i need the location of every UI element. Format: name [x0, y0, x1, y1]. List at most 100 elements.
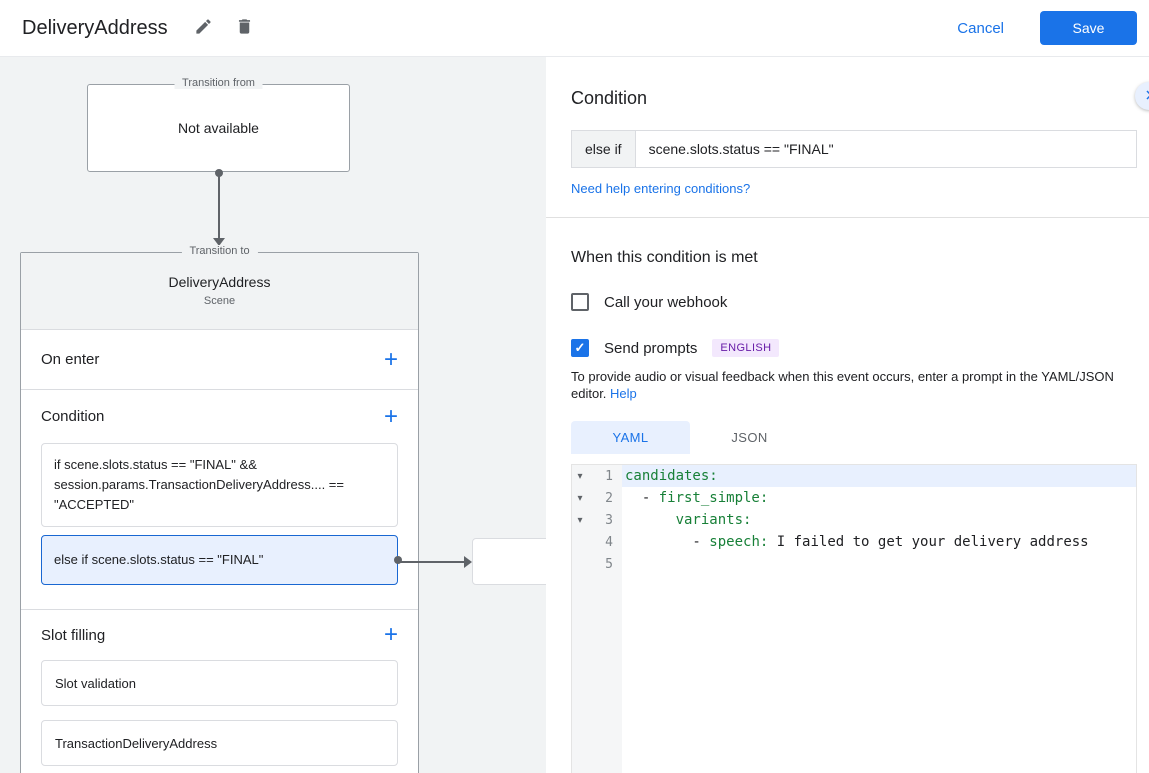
code-line: 4 - speech: I failed to get your deliver… — [572, 531, 1136, 553]
condition-box-selected[interactable]: else if scene.slots.status == "FINAL" — [41, 535, 402, 585]
code-line: 5 — [572, 553, 1136, 575]
transition-from-box[interactable]: Transition from Not available — [87, 77, 350, 172]
chevron-right-icon — [1140, 86, 1149, 107]
collapse-panel-button[interactable] — [1135, 82, 1149, 110]
check-icon: ✓ — [574, 340, 586, 355]
add-slot-button[interactable]: + — [384, 623, 398, 647]
code-token-key: candidates: — [625, 468, 718, 484]
condition-editor-panel: Condition else if Need help entering con… — [546, 57, 1149, 773]
code-token-key: variants: — [675, 512, 752, 528]
page-title: DeliveryAddress — [22, 16, 168, 39]
on-enter-label: On enter — [41, 351, 100, 368]
condition-prefix: else if — [571, 130, 636, 168]
slot-box[interactable]: Slot validation — [41, 660, 398, 706]
slot-box-list: Slot validation TransactionDeliveryAddres… — [21, 660, 418, 766]
webhook-checkbox[interactable] — [571, 293, 589, 311]
code-content[interactable] — [622, 575, 1136, 773]
slot-box[interactable]: TransactionDeliveryAddress — [41, 720, 398, 766]
code-token-val: I failed to get your delivery address — [768, 534, 1089, 550]
when-met-title: When this condition is met — [571, 249, 758, 266]
panel-divider — [546, 217, 1149, 218]
condition-connector-line — [400, 561, 466, 563]
on-enter-row: On enter + — [21, 330, 418, 389]
code-content[interactable] — [622, 553, 1136, 575]
webhook-label: Call your webhook — [604, 293, 728, 311]
fold-toggle-icon[interactable]: ▾ — [572, 471, 588, 482]
code-line: ▾ 1 candidates: — [572, 465, 1136, 487]
condition-expression-row: else if — [571, 130, 1137, 168]
transition-to-label: Transition to — [181, 245, 258, 257]
scene-type: Scene — [203, 295, 236, 307]
prompts-description: To provide audio or visual feedback when… — [571, 368, 1137, 402]
webhook-option-row: Call your webhook — [571, 293, 1137, 311]
editor-filler[interactable] — [572, 575, 1136, 773]
actions-group: Cancel Save — [957, 11, 1137, 45]
condition-box[interactable]: if scene.slots.status == "FINAL" && sess… — [41, 443, 398, 527]
line-number: 3 — [605, 512, 613, 528]
line-number: 1 — [605, 468, 613, 484]
transition-from-content: Not available — [178, 120, 259, 136]
prompts-option-row: ✓ Send prompts ENGLISH — [571, 339, 1137, 357]
add-condition-button[interactable]: + — [384, 404, 398, 428]
scene-card-header[interactable]: DeliveryAddress Scene — [21, 253, 418, 330]
code-content[interactable]: variants: — [622, 509, 1136, 531]
code-line: ▾ 2 - first_simple: — [572, 487, 1136, 509]
help-link[interactable]: Help — [610, 386, 637, 401]
condition-box-list: if scene.slots.status == "FINAL" && sess… — [21, 443, 418, 585]
condition-target-box[interactable] — [472, 538, 546, 585]
save-button[interactable]: Save — [1040, 11, 1137, 45]
gutter: ▾ 3 — [572, 509, 622, 531]
gutter: ▾ 2 — [572, 487, 622, 509]
line-number: 2 — [605, 490, 613, 506]
flow-connector-line — [218, 172, 220, 238]
code-token-plain: - — [625, 490, 659, 506]
add-on-enter-button[interactable]: + — [384, 347, 398, 371]
scene-card: Transition to DeliveryAddress Scene On e… — [20, 245, 419, 773]
panel-title: Condition — [571, 88, 648, 108]
tab-bar: YAML JSON — [571, 421, 1137, 454]
transition-from-label: Transition from — [174, 77, 263, 89]
prompts-checkbox[interactable]: ✓ — [571, 339, 589, 357]
fold-toggle-icon[interactable]: ▾ — [572, 515, 588, 526]
code-token-key: first_simple: — [658, 490, 769, 506]
slot-filling-row: Slot filling + — [21, 610, 418, 660]
slot-filling-label: Slot filling — [41, 626, 106, 644]
scene-diagram-canvas: Transition from Not available Transition… — [0, 57, 546, 773]
condition-arrow-right-icon — [464, 556, 472, 568]
pencil-icon — [194, 17, 213, 39]
code-line: ▾ 3 variants: — [572, 509, 1136, 531]
line-number: 5 — [605, 556, 613, 572]
language-badge: ENGLISH — [712, 339, 780, 357]
gutter — [572, 575, 622, 773]
condition-help-link[interactable]: Need help entering conditions? — [571, 181, 1137, 196]
cancel-button[interactable]: Cancel — [957, 20, 1004, 37]
prompts-label: Send prompts — [604, 339, 698, 357]
condition-section-label: Condition — [41, 408, 105, 425]
gutter: ▾ 1 — [572, 465, 622, 487]
gutter: 5 — [572, 553, 622, 575]
tab-yaml[interactable]: YAML — [571, 421, 690, 454]
code-content[interactable]: - speech: I failed to get your delivery … — [622, 531, 1136, 553]
condition-box-text: if scene.slots.status == "FINAL" && sess… — [54, 457, 344, 512]
condition-box-text: else if scene.slots.status == "FINAL" — [54, 552, 264, 567]
scene-name: DeliveryAddress — [168, 274, 271, 290]
code-lines: ▾ 1 candidates: ▾ 2 - first_simple: ▾ 3 varian… — [572, 465, 1136, 575]
main-content: Transition from Not available Transition… — [0, 57, 1149, 773]
condition-expression-input[interactable] — [634, 130, 1137, 168]
tab-json[interactable]: JSON — [690, 421, 809, 454]
code-content[interactable]: candidates: — [622, 465, 1136, 487]
prompts-description-text: To provide audio or visual feedback when… — [571, 369, 1114, 401]
line-number: 4 — [605, 534, 613, 550]
code-token-key: speech: — [709, 534, 769, 550]
trash-icon — [235, 17, 254, 39]
gutter: 4 — [572, 531, 622, 553]
fold-toggle-icon[interactable]: ▾ — [572, 493, 588, 504]
top-bar: DeliveryAddress Cancel Save — [0, 0, 1149, 57]
delete-scene-button[interactable] — [229, 11, 260, 45]
title-group: DeliveryAddress — [22, 11, 260, 45]
edit-title-button[interactable] — [188, 11, 219, 45]
code-content[interactable]: - first_simple: — [622, 487, 1136, 509]
condition-section-row: Condition + — [21, 390, 418, 443]
code-token-plain: - — [625, 534, 710, 550]
